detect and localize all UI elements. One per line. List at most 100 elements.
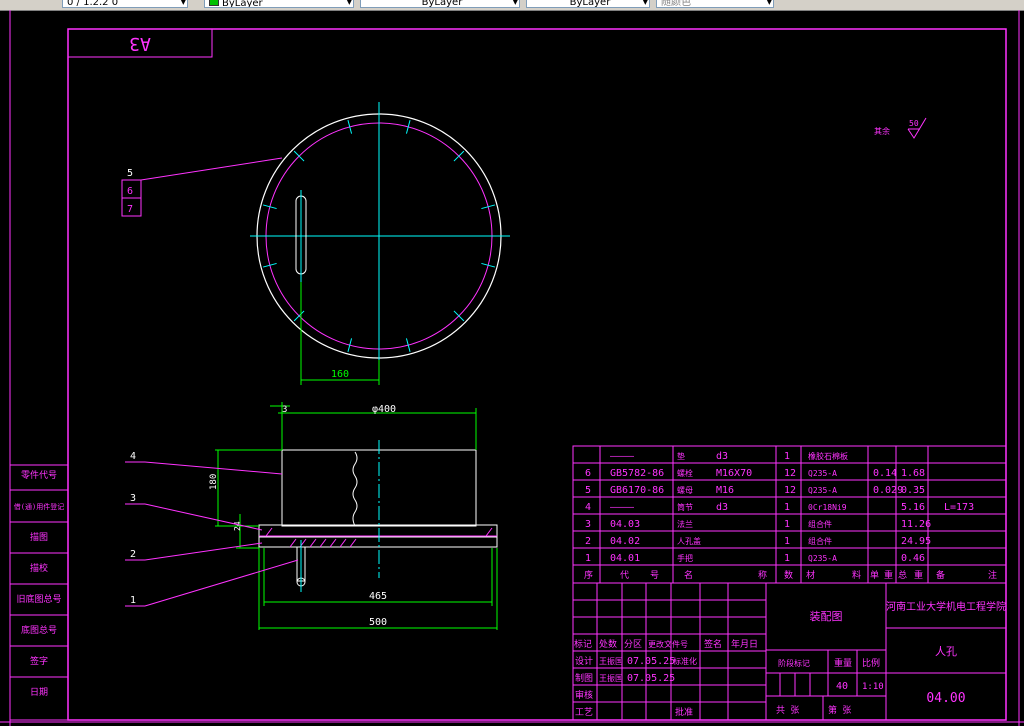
chevron-down-icon: ▼ (512, 0, 518, 6)
bom-cell-name: 螺母 (677, 485, 693, 495)
strip-label: 零件代号 (21, 469, 57, 481)
design-label: 设计 (575, 655, 593, 667)
bom-header-cell: 料 (852, 569, 861, 581)
bom-cell-name: 螺栓 (677, 468, 693, 478)
front-dims (215, 402, 498, 630)
flange (258, 524, 498, 537)
bom-header-cell: 单 (870, 569, 879, 581)
bom-cell-qty: 1 (784, 519, 790, 530)
drafter-name: 王振国 (599, 673, 623, 683)
change-label: 签名 (704, 638, 722, 650)
bom-cell-code: 04.01 (610, 553, 640, 564)
top-view: 160 5 6 7 (121, 102, 510, 385)
bom-cell-spec: M16 (716, 485, 734, 496)
strip-label: 描图 (30, 531, 48, 543)
bom-cell-total: 0.35 (901, 485, 925, 496)
sheet-frame (0, 10, 1024, 726)
strip-label: 旧底图总号 (16, 593, 61, 605)
approve-label: 批准 (675, 706, 693, 718)
layer-value: 0 / 1.2.2 0 (67, 0, 119, 8)
chevron-down-icon: ▼ (346, 0, 352, 6)
draw-label: 制图 (575, 672, 593, 684)
leader-5 (121, 157, 283, 217)
bom-cell-name: 人孔盖 (677, 536, 701, 546)
design-date: 07.05.25 (627, 656, 675, 667)
change-label: 标记 (574, 638, 592, 650)
bom-rows: ———— 垫 d3 1 橡胶石棉板6 GB5782-86 螺栓 M16X70 12 Q235-A 0… (585, 451, 974, 564)
cover (258, 536, 498, 548)
layer-dropdown[interactable]: 0 / 1.2.2 0 ▼ (62, 0, 188, 8)
sheet-index: 第 张 (828, 704, 851, 716)
process-label: 工艺 (575, 707, 593, 718)
bom-cell-material: 0Cr18Ni9 (808, 503, 847, 512)
bom-cell-spec: d3 (716, 451, 728, 462)
draw-date: 07.05.25 (627, 673, 675, 684)
bom-cell-spec: M16X70 (716, 468, 752, 479)
strip-label: 描校 (30, 562, 48, 574)
linetype-dropdown[interactable]: ByLayer ▼ (360, 0, 520, 8)
chevron-down-icon: ▼ (766, 0, 772, 6)
bom-cell-code: 04.03 (610, 519, 640, 530)
color-swatch-icon (209, 0, 219, 6)
front-view: φ400 3 180 24 465 500 4 3 2 1 (125, 402, 498, 630)
bom-cell-code: ———— (610, 451, 635, 462)
bom-cell-no: 2 (585, 536, 591, 547)
change-label: 年月日 (731, 638, 758, 650)
bom-cell-total: 1.68 (901, 468, 925, 479)
roughness-value: 50 (909, 119, 919, 128)
bom-cell-qty: 1 (784, 536, 790, 547)
change-label: 更改文件号 (648, 639, 688, 649)
bom-cell-no: 1 (585, 553, 591, 564)
drawing-canvas[interactable]: A3 零件代号 借(通)用件登记 描图 描校 旧底图总号 底图总号 签字 日期 (0, 10, 1024, 726)
bom-cell-code: ———— (610, 502, 635, 513)
dim-465-label: 465 (369, 591, 387, 602)
strip-label: 借(通)用件登记 (14, 502, 64, 511)
bom-cell-spec: d3 (716, 502, 728, 513)
strip-label: 日期 (30, 687, 48, 698)
bom-header: 序 代 号 名 称 数 材 料 单 重 总 重 备 注 (584, 569, 997, 581)
change-label: 处数 (599, 638, 617, 650)
color-dropdown[interactable]: ByLayer ▼ (204, 0, 354, 8)
color-value: ByLayer (222, 0, 263, 8)
chevron-down-icon: ▼ (180, 0, 186, 6)
bom-header-cell: 号 (650, 570, 659, 581)
break-line (352, 451, 358, 527)
bom-cell-qty: 1 (784, 553, 790, 564)
bom-cell-unit: 0.029 (873, 485, 903, 496)
leader-label: 6 (127, 186, 133, 197)
weight-label: 重量 (834, 657, 852, 669)
stage-label: 阶段标记 (778, 658, 810, 668)
plotstyle-dropdown[interactable]: 随颜色 ▼ (656, 0, 774, 8)
leader-label: 3 (130, 493, 136, 504)
bom-header-cell: 总 (898, 569, 907, 581)
dim-phi400-label: φ400 (372, 404, 396, 415)
scale-label: 比例 (862, 657, 880, 669)
part-name: 人孔 (935, 645, 957, 658)
lineweight-dropdown[interactable]: ByLayer ▼ (526, 0, 650, 8)
inner-border (67, 28, 1007, 721)
bom-cell-no: 3 (585, 519, 591, 530)
dim-24-label: 24 (233, 521, 242, 531)
bom-header-cell: 重 (914, 569, 923, 581)
bom-cell-no: 6 (585, 468, 591, 479)
bom-header-cell: 名 (684, 569, 693, 581)
centerlines (250, 102, 510, 384)
bom-header-cell: 重 (884, 569, 893, 581)
bom-cell-name: 筒节 (677, 502, 693, 512)
leader-label: 2 (130, 549, 136, 560)
bom-header-cell: 称 (758, 569, 767, 581)
bom-cell-material: Q235-A (808, 554, 837, 563)
bom-header-cell: 代 (620, 570, 629, 581)
bom-cell-total: 0.46 (901, 553, 925, 564)
leader-label: 4 (130, 451, 136, 462)
school-name: 河南工业大学机电工程学院 (886, 600, 1006, 613)
drawing-type: 装配图 (810, 610, 843, 623)
strip-label: 底图总号 (21, 624, 57, 636)
roughness-label: 其余 (874, 126, 890, 136)
bom-cell-qty: 12 (784, 485, 796, 496)
bom-cell-qty: 1 (784, 451, 790, 462)
bom-cell-name: 法兰 (677, 519, 693, 529)
dim-3-label: 3 (282, 405, 287, 415)
review-label: 审核 (575, 689, 593, 701)
lineweight-value: ByLayer (569, 0, 611, 8)
